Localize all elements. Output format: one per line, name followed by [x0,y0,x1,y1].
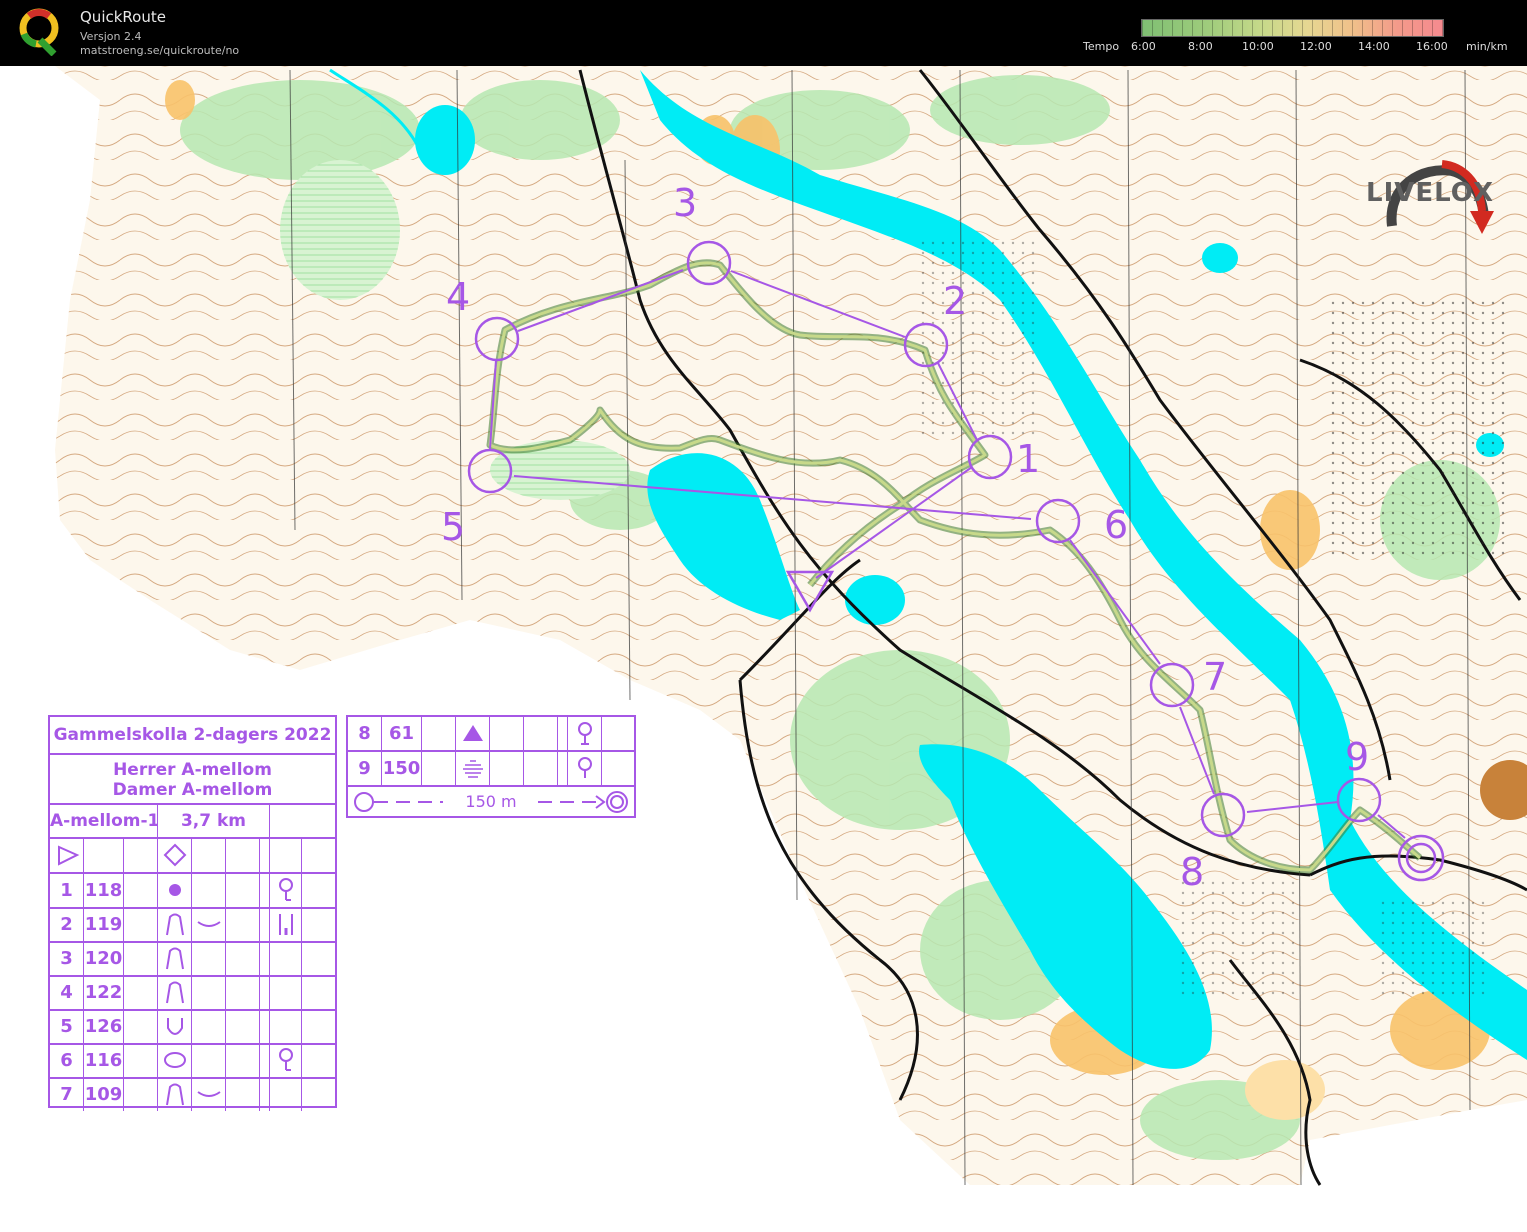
control-number-6: 6 [1104,503,1128,547]
control-number-5: 5 [441,505,465,549]
course-length: 3,7 km [158,805,270,837]
empty-cell [192,976,226,1009]
rough-open-area [1245,1060,1325,1120]
ditch-end-icon [158,1044,192,1077]
empty-cell [192,1010,226,1043]
control-number-9: 9 [1345,735,1369,779]
course-name: A-mellom-1 [50,805,158,837]
control-num: 6 [50,1044,84,1077]
control-description-card: Gammelskolla 2-dagers 2022 Herrer A-mell… [48,715,337,1111]
marsh-symbol-icon [456,752,490,785]
control-num: 7 [50,1078,84,1111]
control-row-9: 9 150 [348,752,634,787]
control-number-2: 2 [943,279,967,323]
empty-cell [270,976,302,1009]
empty-cell [192,874,226,907]
app-name: QuickRoute [80,8,166,26]
lake [845,575,905,625]
class-name: Herrer A-mellom [113,760,272,780]
marsh-area [280,160,400,300]
tempo-tick: 8:00 [1188,40,1213,53]
empty-cell [270,942,302,975]
boulder-triangle-icon [456,717,490,750]
spur-icon [158,976,192,1009]
tempo-tick: 12:00 [1300,40,1332,53]
control-number-8: 8 [1180,850,1204,894]
control-row-8: 8 61 [348,717,634,752]
control-num: 2 [50,908,84,941]
tempo-color-scale [1141,19,1444,37]
foot-position-icon [568,717,602,750]
control-code: 150 [382,752,422,785]
control-row: 4 122 [50,976,335,1011]
gully-bend-icon [192,908,226,941]
tempo-label: Tempo [1083,40,1120,53]
tempo-tick: 6:00 [1131,40,1156,53]
finish-row: 150 m [348,787,634,816]
control-row: 1 118 [50,874,335,909]
control-num: 9 [348,752,382,785]
control-code: 122 [84,976,124,1009]
control-num: 4 [50,976,84,1009]
app-version: Versjon 2.4 [80,30,142,43]
diamond-icon [158,839,192,872]
control-number-4: 4 [446,275,470,319]
control-row: 2 119 [50,908,335,943]
course-info-row: A-mellom-1 3,7 km [50,805,335,839]
control-number-3: 3 [673,181,697,225]
class-name: Damer A-mellom [112,780,273,800]
control-code: 119 [84,908,124,941]
quickroute-logo-icon [19,8,59,56]
pond [1202,243,1238,273]
livelox-watermark-text: LIVELOX [1366,178,1494,208]
control-location-icon [270,874,302,907]
spur-icon [158,942,192,975]
knoll-dot-icon [158,874,192,907]
control-num: 8 [348,717,382,750]
empty-cell [270,1010,302,1043]
gully-bend-icon [192,1078,226,1111]
finish-distance: 150 m [465,792,517,811]
app-header: QuickRoute Versjon 2.4 matstroeng.se/qui… [0,0,1527,66]
control-code: 109 [84,1078,124,1111]
lake [415,105,475,175]
spur-icon [158,908,192,941]
control-description-card-2: 8 61 9 150 150 m [346,715,636,818]
control-number-1: 1 [1016,437,1040,481]
control-code: 61 [382,717,422,750]
control-location-icon [270,1044,302,1077]
tempo-tick: 14:00 [1358,40,1390,53]
livelox-logo-icon [1386,160,1494,234]
spur-icon [158,1078,192,1111]
control-number-7: 7 [1203,655,1227,699]
control-code: 126 [84,1010,124,1043]
control-row: 7 109 [50,1078,335,1111]
control-row: 5 126 [50,1010,335,1045]
class-names: Herrer A-mellom Damer A-mellom [50,755,335,805]
empty-cell [192,942,226,975]
control-location-icon [270,908,302,941]
empty-cell [270,1078,302,1111]
control-code: 116 [84,1044,124,1077]
control-code: 120 [84,942,124,975]
tempo-tick: 10:00 [1242,40,1274,53]
event-title: Gammelskolla 2-dagers 2022 [50,717,335,755]
control-code: 118 [84,874,124,907]
control-row: 3 120 [50,942,335,977]
control-num: 1 [50,874,84,907]
empty-cell [192,1044,226,1077]
tempo-tick: 16:00 [1416,40,1448,53]
start-triangle-icon [50,839,84,872]
start-row [50,839,335,874]
control-row: 6 116 [50,1044,335,1079]
depression-icon [158,1010,192,1043]
control-num: 3 [50,942,84,975]
tempo-unit: min/km [1466,40,1508,53]
control-num: 5 [50,1010,84,1043]
app-url: matstroeng.se/quickroute/no [80,44,240,57]
foot-position-icon [568,752,602,785]
